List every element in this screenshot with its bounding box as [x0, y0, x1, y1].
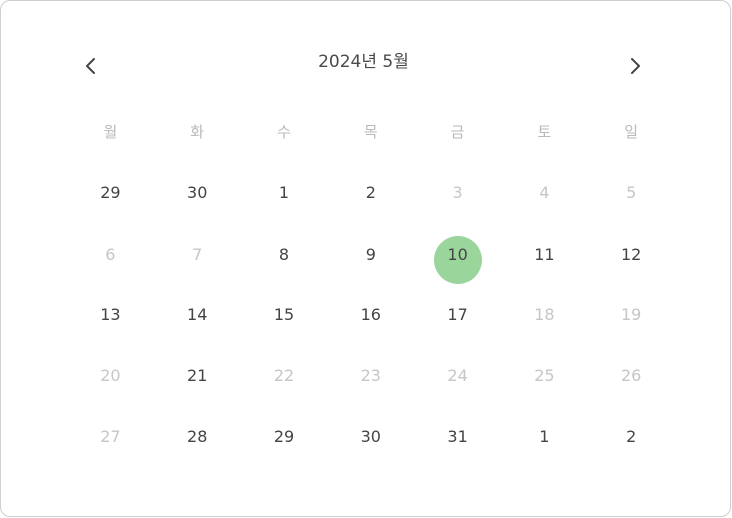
- calendar-day[interactable]: 17: [414, 303, 501, 327]
- calendar-day: 26: [588, 364, 675, 388]
- day-number: 28: [187, 427, 208, 446]
- chevron-right-icon: [631, 58, 640, 74]
- calendar-day[interactable]: 1: [241, 181, 328, 205]
- day-number: 9: [365, 245, 376, 264]
- calendar-day[interactable]: 2: [588, 425, 675, 449]
- calendar-day: 3: [414, 181, 501, 205]
- day-number: 20: [100, 366, 121, 385]
- day-number: 5: [626, 183, 637, 202]
- calendar-day[interactable]: 21: [154, 364, 241, 388]
- day-number: 29: [100, 183, 121, 202]
- calendar-day: 6: [67, 243, 154, 267]
- day-number: 3: [452, 183, 463, 202]
- day-number: 27: [100, 427, 121, 446]
- calendar-day[interactable]: 28: [154, 425, 241, 449]
- calendar-day[interactable]: 31: [414, 425, 501, 449]
- day-number: 26: [621, 366, 642, 385]
- day-number: 30: [187, 183, 208, 202]
- chevron-left-icon: [86, 58, 95, 74]
- calendar-day: 23: [327, 364, 414, 388]
- weekday-fri: 금: [450, 123, 465, 141]
- day-number: 30: [360, 427, 381, 446]
- calendar-week-row: 27 28 29 30 31 1 2: [67, 425, 675, 449]
- day-number: 18: [534, 305, 555, 324]
- weekday-wed: 수: [277, 123, 291, 141]
- calendar-week-row: 13 14 15 16 17 18 19: [67, 303, 675, 327]
- calendar-day: 24: [414, 364, 501, 388]
- day-number: 12: [621, 245, 642, 264]
- day-number: 1: [539, 427, 550, 446]
- date-picker-calendar: 2024년 5월 월 화 수 목 금 토 일 29 30 1 2 3 4 5 6 7 8 9 10 11…: [0, 0, 731, 517]
- calendar-day[interactable]: 2: [327, 181, 414, 205]
- calendar-day: 27: [67, 425, 154, 449]
- calendar-day: 19: [588, 303, 675, 327]
- calendar-day: 7: [154, 243, 241, 267]
- day-number: 17: [447, 305, 468, 324]
- next-month-button[interactable]: [620, 51, 650, 81]
- day-number: 29: [273, 427, 295, 446]
- calendar-day[interactable]: 13: [67, 303, 154, 327]
- day-number: 24: [447, 366, 468, 385]
- calendar-week-row: 6 7 8 9 10 11 12: [67, 236, 675, 284]
- calendar-day[interactable]: 15: [241, 303, 328, 327]
- prev-month-button[interactable]: [76, 51, 106, 81]
- day-number: 31: [447, 427, 468, 446]
- day-number: 14: [187, 305, 208, 324]
- calendar-day-selected[interactable]: 10: [414, 236, 501, 284]
- day-number: 1: [278, 183, 290, 202]
- day-number: 25: [534, 366, 555, 385]
- calendar-day[interactable]: 1: [501, 425, 588, 449]
- day-number: 21: [187, 366, 208, 385]
- day-number: 15: [273, 305, 295, 324]
- calendar-day: 20: [67, 364, 154, 388]
- day-number: 6: [105, 245, 116, 264]
- month-title: 2024년 5월: [318, 52, 409, 72]
- day-number: 13: [100, 305, 121, 324]
- calendar-day: 4: [501, 181, 588, 205]
- weekday-sat: 토: [537, 123, 552, 141]
- calendar-day: 5: [588, 181, 675, 205]
- weekday-mon: 월: [103, 123, 118, 141]
- calendar-week-row: 29 30 1 2 3 4 5: [67, 181, 675, 205]
- day-number: 22: [273, 366, 295, 385]
- calendar-day[interactable]: 30: [154, 181, 241, 205]
- day-number: 10: [447, 245, 468, 264]
- calendar-day: 18: [501, 303, 588, 327]
- calendar-day[interactable]: 8: [241, 243, 328, 267]
- day-number: 19: [621, 305, 642, 324]
- day-number: 23: [360, 366, 381, 385]
- calendar-day[interactable]: 14: [154, 303, 241, 327]
- day-number: 2: [626, 427, 637, 446]
- calendar-week-row: 20 21 22 23 24 25 26: [67, 364, 675, 388]
- calendar-day[interactable]: 12: [588, 243, 675, 267]
- calendar-day[interactable]: 29: [67, 181, 154, 205]
- day-number: 8: [278, 245, 290, 264]
- calendar-day: 25: [501, 364, 588, 388]
- calendar-day[interactable]: 11: [501, 243, 588, 267]
- day-number: 11: [534, 245, 555, 264]
- day-number: 2: [365, 183, 376, 202]
- day-number: 4: [539, 183, 550, 202]
- calendar-day[interactable]: 16: [327, 303, 414, 327]
- calendar-day[interactable]: 29: [241, 425, 328, 449]
- day-number: 7: [192, 245, 203, 264]
- calendar-day[interactable]: 30: [327, 425, 414, 449]
- calendar-day: 22: [241, 364, 328, 388]
- weekday-tue: 화: [190, 123, 205, 141]
- calendar-day[interactable]: 9: [327, 243, 414, 267]
- weekday-sun: 일: [624, 123, 639, 141]
- weekday-header: 월 화 수 목 금 토 일: [67, 121, 675, 143]
- weekday-thu: 목: [363, 123, 378, 141]
- day-number: 16: [360, 305, 381, 324]
